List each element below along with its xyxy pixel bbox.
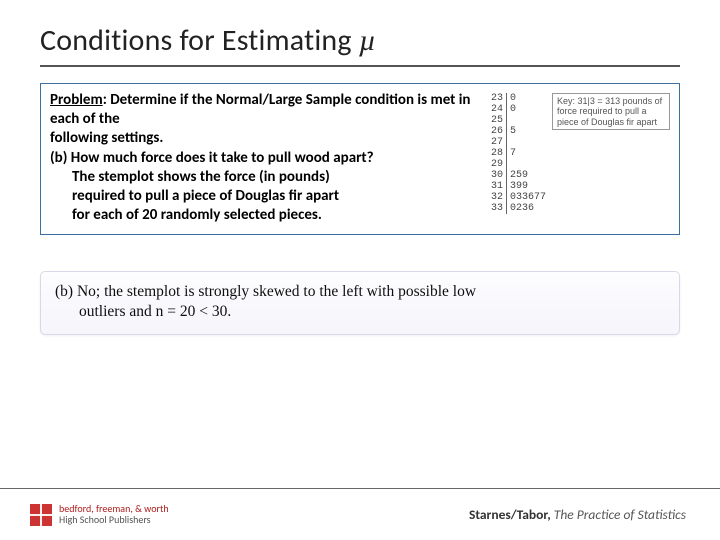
problem-text: Problem: Determine if the Normal/Large S… (50, 91, 483, 225)
answer-line-2: outliers and n = 20 < 30. (55, 302, 231, 322)
stemplot: 23 24 25 26 27 28 29 30 31 32 33 0 (491, 93, 546, 214)
leaf-row (510, 137, 546, 148)
answer-box: (b) No; the stemplot is strongly skewed … (40, 271, 680, 335)
mu-symbol: µ (359, 24, 377, 57)
problem-intro: : Determine if the Normal/Large Sample c… (50, 91, 470, 128)
leaf-row: 259 (510, 170, 546, 181)
stem-row: 30 (491, 170, 503, 181)
problem-part-b: (b) How much force does it take to pull … (50, 149, 483, 168)
problem-label: Problem (50, 91, 103, 109)
stemplot-stems: 23 24 25 26 27 28 29 30 31 32 33 (491, 93, 507, 214)
leaf-row: 5 (510, 126, 546, 137)
leaf-row: 0236 (510, 203, 546, 214)
stem-row: 33 (491, 203, 503, 214)
leaf-row: 7 (510, 148, 546, 159)
publisher-logo-icon (30, 504, 52, 526)
leaf-row: 033677 (510, 192, 546, 203)
stem-row: 28 (491, 148, 503, 159)
publisher-line-2: High School Publishers (59, 515, 169, 526)
problem-detail-1: The stemplot shows the force (in pounds) (50, 168, 483, 187)
title-divider (40, 65, 680, 67)
leaf-row: 0 (510, 104, 546, 115)
problem-following: following settings. (50, 129, 483, 148)
publisher-text: bedford, freeman, & worth High School Pu… (59, 504, 169, 525)
page-title: Conditions for Estimating µ (40, 22, 680, 59)
publisher-block: bedford, freeman, & worth High School Pu… (30, 504, 169, 526)
credit-authors: Starnes/Tabor, (469, 506, 551, 523)
stem-row: 23 (491, 93, 503, 104)
answer-line-1: (b) No; the stemplot is strongly skewed … (55, 283, 476, 300)
stemplot-leaves: 0 0 5 7 259 399 033677 0236 (507, 93, 546, 214)
leaf-row: 399 (510, 181, 546, 192)
title-text: Conditions for Estimating (40, 22, 359, 59)
stemplot-area: 23 24 25 26 27 28 29 30 31 32 33 0 (491, 93, 670, 225)
stem-row: 25 (491, 115, 503, 126)
leaf-row (510, 159, 546, 170)
stem-row: 26 (491, 126, 503, 137)
stem-row: 31 (491, 181, 503, 192)
problem-detail-3: for each of 20 randomly selected pieces. (50, 206, 483, 225)
stemplot-key: Key: 31|3 = 313 pounds of force required… (552, 93, 670, 130)
problem-box: Problem: Determine if the Normal/Large S… (40, 83, 680, 235)
credit-book: The Practice of Statistics (551, 506, 686, 523)
stem-row: 27 (491, 137, 503, 148)
footer: bedford, freeman, & worth High School Pu… (0, 488, 720, 540)
leaf-row: 0 (510, 93, 546, 104)
credit-text: Starnes/Tabor, The Practice of Statistic… (469, 506, 686, 523)
stem-row: 32 (491, 192, 503, 203)
problem-detail-2: required to pull a piece of Douglas fir … (50, 187, 483, 206)
stem-row: 24 (491, 104, 503, 115)
stem-row: 29 (491, 159, 503, 170)
leaf-row (510, 115, 546, 126)
